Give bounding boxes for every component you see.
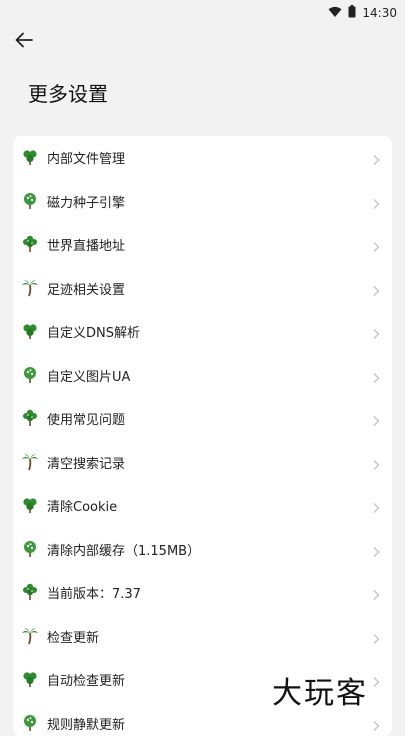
clover-tree-icon bbox=[21, 322, 39, 340]
chevron-right-icon bbox=[372, 717, 380, 729]
arrow-left-icon bbox=[15, 32, 33, 48]
settings-item[interactable]: 足迹相关设置 bbox=[13, 267, 392, 311]
settings-item-label: 当前版本：7.37 bbox=[47, 583, 141, 602]
settings-item[interactable]: 磁力种子引擎 bbox=[13, 180, 392, 224]
chevron-right-icon bbox=[372, 543, 380, 555]
settings-item[interactable]: 自定义图片UA bbox=[13, 354, 392, 398]
clover-tree-icon bbox=[21, 496, 39, 514]
round-tree-icon bbox=[21, 192, 39, 210]
settings-item[interactable]: 世界直播地址 bbox=[13, 223, 392, 267]
chevron-right-icon bbox=[372, 412, 380, 424]
page-title: 更多设置 bbox=[28, 78, 108, 107]
wifi-icon bbox=[328, 3, 342, 22]
watermark-logo: 大玩客 bbox=[272, 668, 368, 712]
settings-item-label: 清空搜索记录 bbox=[47, 453, 125, 472]
palm-tree-icon bbox=[21, 279, 39, 297]
chevron-right-icon bbox=[372, 673, 380, 685]
chevron-right-icon bbox=[372, 325, 380, 337]
palm-tree-icon bbox=[21, 627, 39, 645]
chevron-right-icon bbox=[372, 195, 380, 207]
settings-item-label: 清除Cookie bbox=[47, 496, 117, 515]
chevron-right-icon bbox=[372, 238, 380, 250]
bushy-tree-icon bbox=[21, 583, 39, 601]
battery-icon bbox=[348, 3, 356, 22]
settings-item-label: 使用常见问题 bbox=[47, 409, 125, 428]
settings-item[interactable]: 使用常见问题 bbox=[13, 397, 392, 441]
settings-item-label: 足迹相关设置 bbox=[47, 279, 125, 298]
chevron-right-icon bbox=[372, 151, 380, 163]
chevron-right-icon bbox=[372, 499, 380, 511]
settings-item[interactable]: 内部文件管理 bbox=[13, 136, 392, 180]
settings-list: 内部文件管理磁力种子引擎世界直播地址足迹相关设置自定义DNS解析自定义图片UA 使… bbox=[13, 136, 392, 736]
settings-item[interactable]: 清除Cookie bbox=[13, 484, 392, 528]
settings-item-label: 自动检查更新 bbox=[47, 670, 125, 689]
bushy-tree-icon bbox=[21, 409, 39, 427]
settings-item-label: 规则静默更新 bbox=[47, 714, 125, 733]
settings-item[interactable]: 自定义DNS解析 bbox=[13, 310, 392, 354]
clover-tree-icon bbox=[21, 670, 39, 688]
settings-item-label: 磁力种子引擎 bbox=[47, 192, 125, 211]
round-tree-icon bbox=[21, 540, 39, 558]
chevron-right-icon bbox=[372, 630, 380, 642]
palm-tree-icon bbox=[21, 453, 39, 471]
chevron-right-icon bbox=[372, 586, 380, 598]
settings-item-label: 内部文件管理 bbox=[47, 148, 125, 167]
settings-item-label: 自定义图片UA bbox=[47, 366, 130, 385]
chevron-right-icon bbox=[372, 282, 380, 294]
round-tree-icon bbox=[21, 714, 39, 732]
bushy-tree-icon bbox=[21, 235, 39, 253]
settings-item[interactable]: 当前版本：7.37 bbox=[13, 571, 392, 615]
chevron-right-icon bbox=[372, 369, 380, 381]
settings-item-label: 世界直播地址 bbox=[47, 235, 125, 254]
settings-item-label: 自定义DNS解析 bbox=[47, 322, 140, 341]
back-button[interactable] bbox=[12, 28, 36, 52]
status-bar: 14:30 bbox=[0, 0, 405, 22]
status-time: 14:30 bbox=[362, 6, 397, 20]
settings-item-label: 检查更新 bbox=[47, 627, 99, 646]
chevron-right-icon bbox=[372, 456, 380, 468]
settings-item-label: 清除内部缓存（1.15MB） bbox=[47, 540, 200, 559]
round-tree-icon bbox=[21, 366, 39, 384]
settings-item[interactable]: 检查更新 bbox=[13, 615, 392, 659]
settings-item[interactable]: 清除内部缓存（1.15MB） bbox=[13, 528, 392, 572]
clover-tree-icon bbox=[21, 148, 39, 166]
settings-item[interactable]: 清空搜索记录 bbox=[13, 441, 392, 485]
